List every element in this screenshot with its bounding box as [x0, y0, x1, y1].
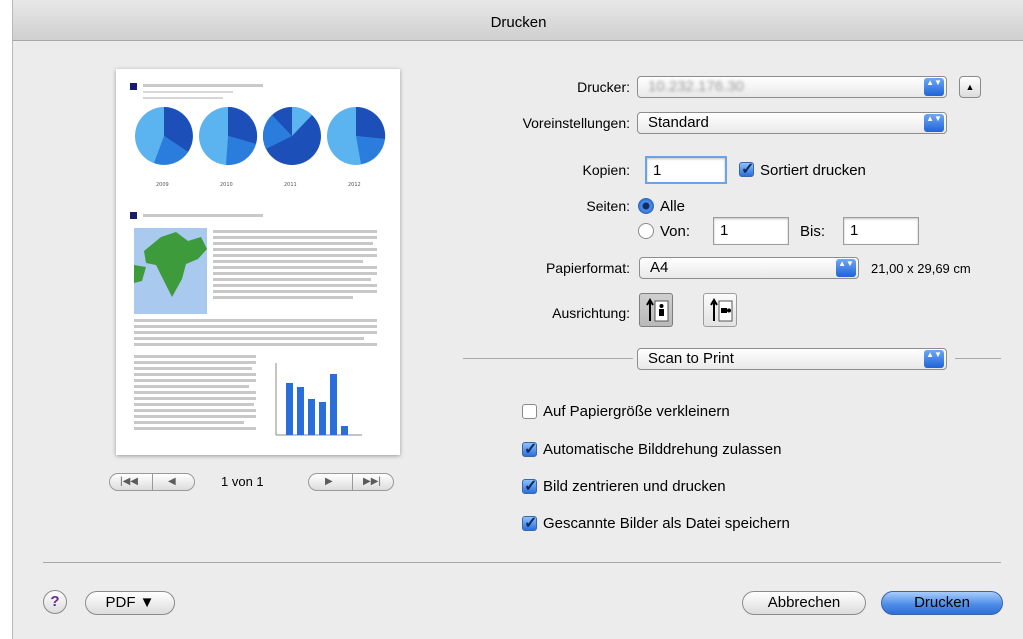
pages-from-input[interactable]: 1 [713, 217, 789, 245]
orientation-label: Ausrichtung: [552, 305, 630, 321]
preview-nav-back: |◀◀ ◀ [109, 473, 195, 491]
option-checkbox[interactable] [522, 476, 537, 496]
option-label: Bild zentrieren und drucken [543, 478, 726, 495]
print-dialog: Drucken 2009 2010 2011 2012 |◀◀ ◀ 1 von … [12, 0, 1023, 639]
popup-arrows-icon: ▲▼ [836, 259, 856, 277]
pages-label: Seiten: [586, 198, 630, 214]
preview-chart-year: 2010 [220, 182, 233, 188]
pages-from-label: Von: [660, 223, 691, 240]
copies-input[interactable]: 1 [645, 156, 727, 184]
presets-popup[interactable]: Standard ▲▼ [637, 112, 947, 134]
first-page-icon[interactable]: |◀◀ [120, 476, 138, 487]
collate-checkbox[interactable] [739, 159, 754, 179]
preview-nav-forward: ▶ ▶▶| [308, 473, 394, 491]
help-button[interactable]: ? [43, 590, 67, 614]
previous-page-icon[interactable]: ◀ [168, 476, 176, 487]
cancel-button[interactable]: Abbrechen [742, 591, 866, 615]
window-title: Drucken [13, 0, 1023, 41]
pages-to-input[interactable]: 1 [843, 217, 919, 245]
print-preview: 2009 2010 2011 2012 [116, 69, 400, 455]
print-button[interactable]: Drucken [881, 591, 1003, 615]
option-checkbox[interactable] [522, 404, 537, 419]
portrait-icon [646, 298, 669, 322]
footer-divider [43, 562, 1001, 563]
paper-size-label: Papierformat: [545, 260, 630, 276]
landscape-orientation-button[interactable] [703, 293, 737, 327]
paper-size-popup[interactable]: A4 ▲▼ [639, 257, 859, 279]
landscape-icon [710, 298, 733, 322]
last-page-icon[interactable]: ▶▶| [363, 476, 381, 487]
pages-all-label: Alle [660, 198, 686, 215]
option-label: Automatische Bilddrehung zulassen [543, 441, 782, 458]
option-checkbox[interactable] [522, 513, 537, 533]
preview-chart-year: 2009 [156, 182, 169, 188]
pdf-button[interactable]: PDF ▼ [85, 591, 175, 615]
collapse-button[interactable]: ▲ [959, 76, 981, 98]
section-value: Scan to Print [648, 350, 734, 367]
collapse-triangle-icon: ▲ [965, 82, 975, 92]
preview-chart-year: 2011 [284, 182, 297, 188]
pages-all-radio[interactable] [638, 198, 654, 214]
next-page-icon[interactable]: ▶ [325, 476, 333, 487]
presets-label: Voreinstellungen: [522, 115, 630, 131]
section-divider-left [463, 358, 633, 359]
paper-size-value: A4 [650, 259, 669, 276]
section-popup[interactable]: Scan to Print ▲▼ [637, 348, 947, 370]
page-indicator: 1 von 1 [221, 474, 264, 489]
printer-popup[interactable]: 10.232.176.30 ▲▼ [637, 76, 947, 98]
printer-label: Drucker: [577, 79, 630, 95]
popup-arrows-icon: ▲▼ [924, 78, 944, 96]
pages-range-radio[interactable] [638, 223, 654, 239]
collate-label: Sortiert drucken [760, 162, 866, 179]
option-label: Gescannte Bilder als Datei speichern [543, 515, 790, 532]
option-label: Auf Papiergröße verkleinern [543, 403, 730, 420]
portrait-orientation-button[interactable] [639, 293, 673, 327]
popup-arrows-icon: ▲▼ [924, 350, 944, 368]
printer-value: 10.232.176.30 [648, 78, 744, 95]
popup-arrows-icon: ▲▼ [924, 114, 944, 132]
paper-dimensions: 21,00 x 29,69 cm [871, 261, 971, 276]
section-divider-right [955, 358, 1001, 359]
presets-value: Standard [648, 114, 709, 131]
preview-thumbnail: 2009 2010 2011 2012 [130, 83, 386, 436]
preview-bar-chart [275, 363, 362, 436]
option-checkbox[interactable] [522, 439, 537, 459]
copies-label: Kopien: [582, 162, 630, 178]
preview-chart-year: 2012 [348, 182, 361, 188]
pages-to-label: Bis: [800, 223, 826, 240]
